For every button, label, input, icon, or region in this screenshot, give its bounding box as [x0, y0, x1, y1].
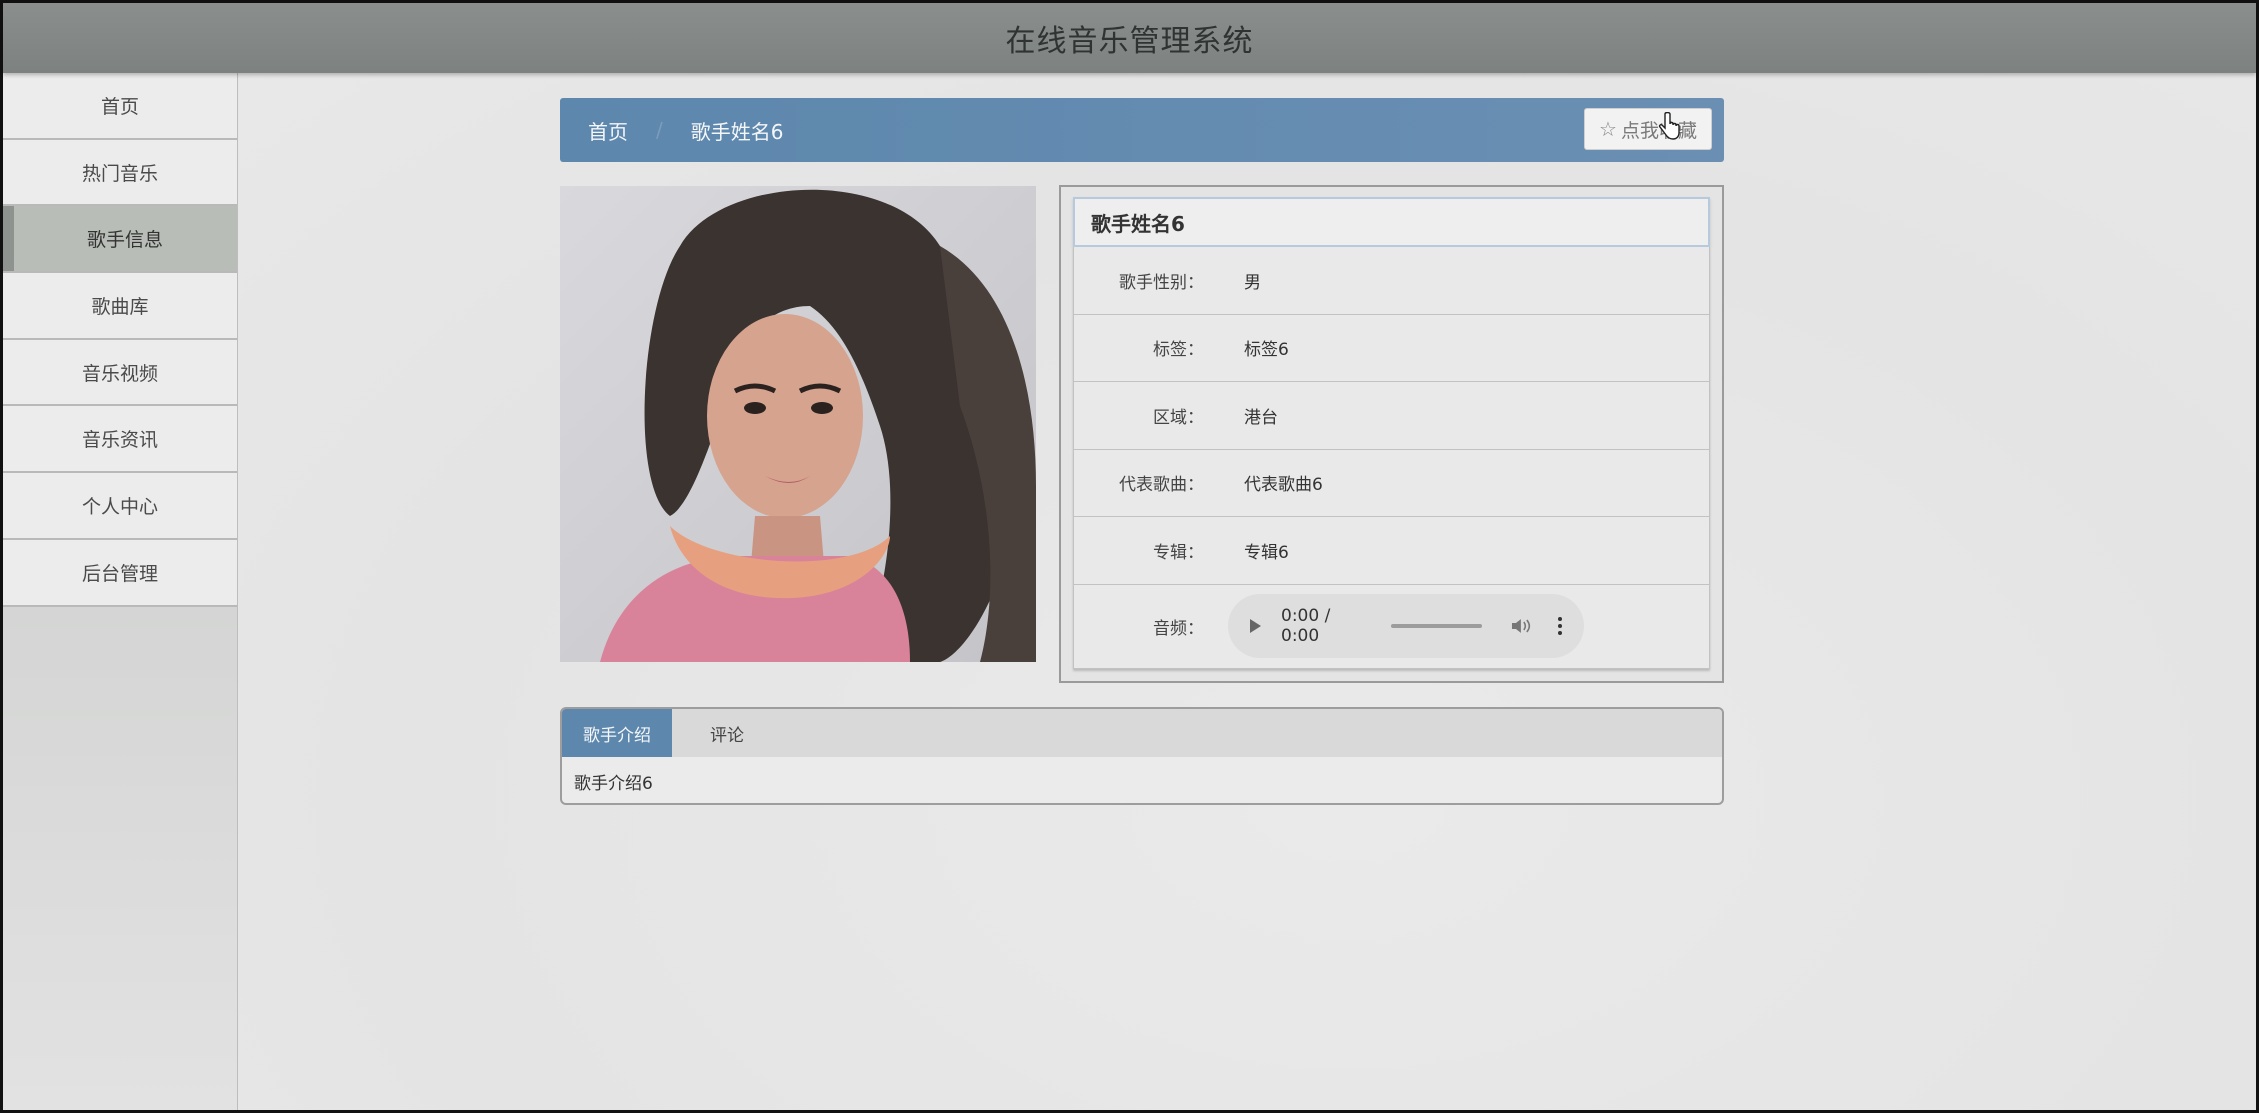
- sidebar-item-label: 后台管理: [81, 562, 158, 585]
- play-icon[interactable]: [1250, 619, 1261, 633]
- sidebar-item-label: 歌曲库: [91, 295, 149, 318]
- singer-photo: [560, 186, 1036, 662]
- sidebar-item-label: 音乐资讯: [81, 429, 158, 452]
- sidebar-item-music-news[interactable]: 音乐资讯: [3, 406, 237, 474]
- info-row-representative-song: 代表歌曲： 代表歌曲6: [1073, 449, 1710, 517]
- info-value: 标签6: [1244, 340, 1289, 361]
- breadcrumb-current: 歌手姓名6: [690, 119, 784, 144]
- info-row-audio: 音频： 0:00 / 0:00: [1073, 584, 1710, 669]
- singer-tabs: 歌手介绍 评论 歌手介绍6: [560, 707, 1724, 805]
- info-row-region: 区域： 港台: [1073, 382, 1710, 450]
- info-value: 港台: [1244, 407, 1278, 428]
- sidebar-item-music-video[interactable]: 音乐视频: [3, 339, 237, 407]
- info-key: 专辑：: [1153, 542, 1204, 563]
- audio-player: 0:00 / 0:00: [1228, 594, 1584, 658]
- info-key: 区域：: [1153, 407, 1204, 428]
- tab-content: 歌手介绍6: [574, 774, 653, 794]
- sidebar-item-label: 音乐视频: [81, 362, 158, 385]
- sidebar-item-hot-music[interactable]: 热门音乐: [3, 139, 237, 207]
- sidebar-item-label: 个人中心: [81, 495, 158, 518]
- info-row-album: 专辑： 专辑6: [1073, 517, 1710, 585]
- info-value: 男: [1244, 272, 1261, 293]
- singer-name: 歌手姓名6: [1073, 197, 1710, 247]
- sidebar-item-label: 歌手信息: [86, 229, 163, 252]
- volume-icon[interactable]: [1510, 617, 1532, 635]
- star-icon: ☆: [1599, 117, 1617, 141]
- app-title: 在线音乐管理系统: [1005, 24, 1254, 59]
- hand-cursor-icon: [1658, 112, 1680, 140]
- tab-comments[interactable]: 评论: [672, 709, 782, 757]
- tab-singer-intro[interactable]: 歌手介绍: [562, 709, 672, 757]
- info-key: 代表歌曲：: [1119, 475, 1204, 496]
- info-row-gender: 歌手性别： 男: [1073, 247, 1710, 315]
- info-value: 专辑6: [1244, 542, 1289, 563]
- info-key: 歌手性别：: [1119, 272, 1204, 293]
- sidebar: 首页 热门音乐 歌手信息 歌曲库 音乐视频 音乐资讯 个人中心 后台管理: [3, 73, 238, 1110]
- singer-info-panel: 歌手姓名6 歌手性别： 男 标签： 标签6 区域： 港台 代表歌曲： 代表歌曲6…: [1059, 185, 1724, 683]
- breadcrumb: 首页 / 歌手姓名6 ☆ 点我收藏: [560, 98, 1724, 162]
- sidebar-item-home[interactable]: 首页: [3, 73, 237, 140]
- sidebar-item-personal-center[interactable]: 个人中心: [3, 473, 237, 540]
- sidebar-item-label: 热门音乐: [81, 162, 158, 185]
- tab-header: 歌手介绍 评论: [562, 709, 1722, 757]
- app-header: 在线音乐管理系统: [3, 3, 2256, 73]
- info-key: 音频：: [1153, 618, 1204, 639]
- sidebar-item-singer-info[interactable]: 歌手信息: [3, 206, 237, 274]
- audio-progress-slider[interactable]: [1391, 624, 1483, 628]
- favorite-button[interactable]: ☆ 点我收藏: [1584, 108, 1712, 150]
- sidebar-item-admin[interactable]: 后台管理: [3, 539, 237, 607]
- info-value: 代表歌曲6: [1244, 475, 1323, 496]
- breadcrumb-separator: /: [656, 118, 663, 142]
- audio-time: 0:00 / 0:00: [1281, 606, 1331, 646]
- sidebar-item-label: 首页: [100, 95, 139, 118]
- info-key: 标签：: [1153, 340, 1204, 361]
- sidebar-item-song-library[interactable]: 歌曲库: [3, 273, 237, 340]
- more-options-icon[interactable]: [1558, 617, 1562, 635]
- info-row-tag: 标签： 标签6: [1073, 314, 1710, 382]
- breadcrumb-home[interactable]: 首页: [588, 116, 628, 145]
